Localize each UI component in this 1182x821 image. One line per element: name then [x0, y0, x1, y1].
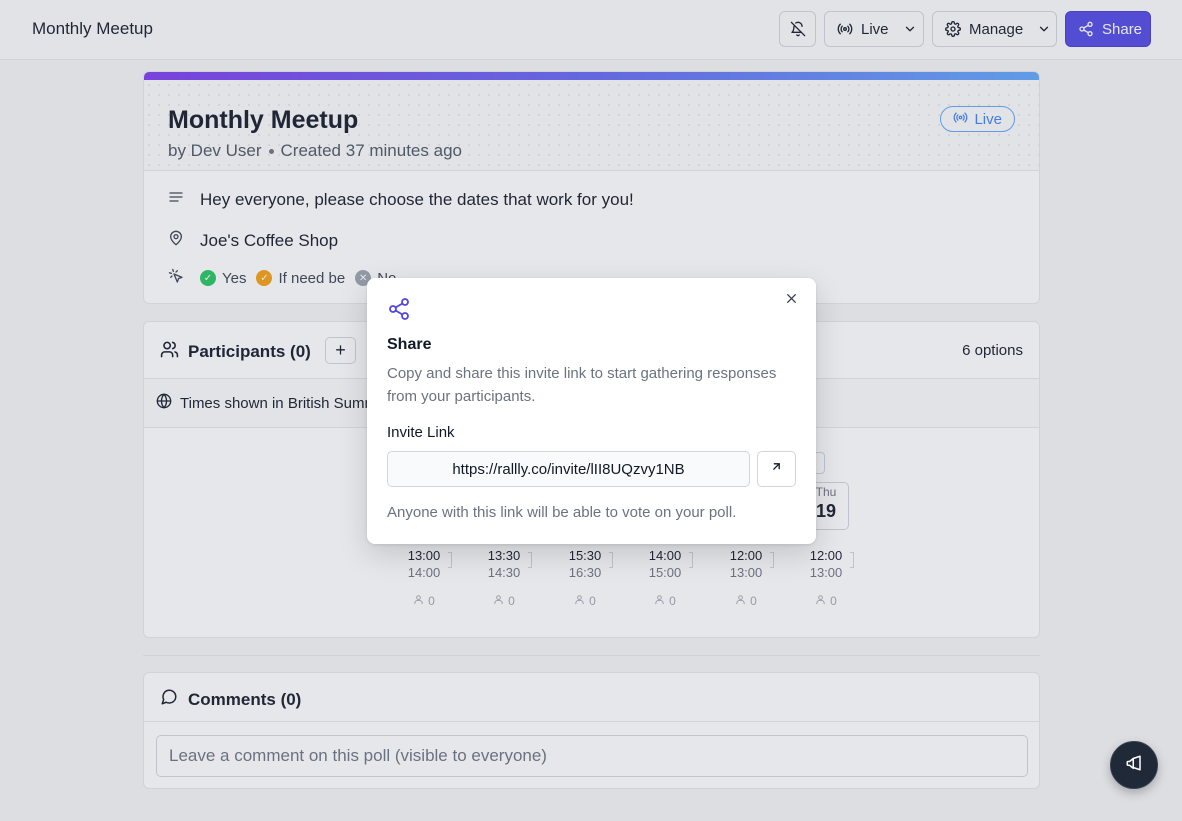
open-link-button[interactable]	[757, 451, 796, 487]
invite-link-label: Invite Link	[387, 424, 455, 441]
arrow-up-right-icon	[770, 460, 783, 478]
share-dialog: Share Copy and share this invite link to…	[367, 278, 816, 544]
share-icon	[387, 297, 411, 326]
close-button[interactable]	[782, 292, 800, 310]
close-icon	[785, 292, 798, 310]
dialog-description: Copy and share this invite link to start…	[387, 365, 777, 405]
megaphone-icon	[1125, 754, 1143, 777]
invite-link-field[interactable]	[387, 451, 750, 487]
dialog-title: Share	[387, 336, 432, 353]
dialog-note: Anyone with this link will be able to vo…	[387, 504, 737, 521]
feedback-button[interactable]	[1110, 741, 1158, 789]
